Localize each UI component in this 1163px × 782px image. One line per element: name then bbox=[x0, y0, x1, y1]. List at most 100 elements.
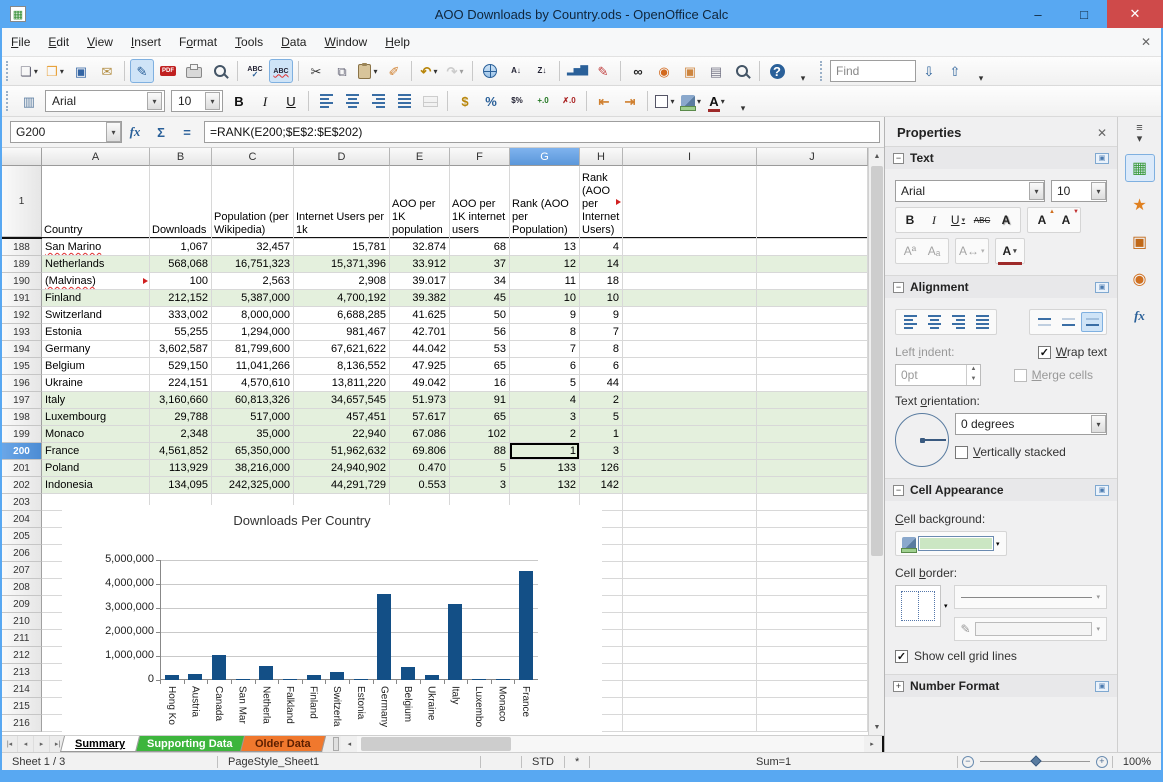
align-right-button[interactable] bbox=[366, 89, 390, 113]
cell-J204[interactable] bbox=[757, 511, 868, 528]
cell-C198[interactable]: 517,000 bbox=[212, 409, 294, 426]
cell-C190[interactable]: 2,563 bbox=[212, 273, 294, 290]
cell-C192[interactable]: 8,000,000 bbox=[212, 307, 294, 324]
menu-help[interactable]: Help bbox=[376, 31, 419, 53]
dropdown-arrow-icon[interactable]: ▾ bbox=[459, 67, 463, 76]
sidebar-close-icon[interactable]: ✕ bbox=[1097, 126, 1107, 140]
close-document-icon[interactable]: ✕ bbox=[1141, 35, 1151, 49]
cell-D198[interactable]: 457,451 bbox=[294, 409, 390, 426]
edit-file-button[interactable]: ✎ bbox=[130, 59, 154, 83]
dropdown-arrow-icon[interactable]: ▾ bbox=[1029, 182, 1044, 200]
cell-F194[interactable]: 53 bbox=[450, 341, 510, 358]
cell-F198[interactable]: 65 bbox=[450, 409, 510, 426]
cell-F191[interactable]: 45 bbox=[450, 290, 510, 307]
align-top-button[interactable] bbox=[1033, 312, 1055, 332]
cell-background-swatch[interactable] bbox=[918, 536, 994, 551]
cell-J188[interactable] bbox=[757, 239, 868, 256]
cell-A195[interactable]: Belgium bbox=[42, 358, 150, 375]
cell-D193[interactable]: 981,467 bbox=[294, 324, 390, 341]
cell-F196[interactable]: 16 bbox=[450, 375, 510, 392]
page-preview-button[interactable] bbox=[208, 59, 232, 83]
zoom-out-icon[interactable]: − bbox=[961, 755, 974, 768]
dropdown-arrow-icon[interactable]: ▾ bbox=[373, 67, 377, 76]
copy-button[interactable]: ⧉ bbox=[330, 59, 354, 83]
row-header-190[interactable]: 190 bbox=[2, 273, 42, 290]
cell-G199[interactable]: 2 bbox=[510, 426, 580, 443]
menu-insert[interactable]: Insert bbox=[122, 31, 170, 53]
minimize-button[interactable]: – bbox=[1015, 0, 1061, 28]
column-header-A[interactable]: A bbox=[42, 148, 150, 166]
cell-A196[interactable]: Ukraine bbox=[42, 375, 150, 392]
styles-window-button[interactable]: ▥ bbox=[17, 89, 41, 113]
hyperlink-button[interactable] bbox=[478, 59, 502, 83]
cell-J203[interactable] bbox=[757, 494, 868, 511]
row-header-200[interactable]: 200 bbox=[2, 443, 42, 460]
find-toolbar-overflow[interactable]: ▾ bbox=[969, 59, 993, 83]
cell-H201[interactable]: 126 bbox=[580, 460, 623, 477]
row-header-193[interactable]: 193 bbox=[2, 324, 42, 341]
cell-C196[interactable]: 4,570,610 bbox=[212, 375, 294, 392]
sidebar-underline-button[interactable]: U ▾ bbox=[947, 210, 969, 230]
cell-J212[interactable] bbox=[757, 647, 868, 664]
cell-B197[interactable]: 3,160,660 bbox=[150, 392, 212, 409]
menu-file[interactable]: File bbox=[2, 31, 39, 53]
orientation-combo[interactable]: 0 degrees ▾ bbox=[955, 413, 1107, 435]
line-color-combo[interactable]: ✎ ▾ bbox=[953, 617, 1107, 641]
dropdown-arrow-icon[interactable]: ▾ bbox=[721, 97, 725, 106]
formula-input[interactable]: =RANK(E200;$E$2:$E$202) bbox=[204, 121, 880, 143]
row-header-195[interactable]: 195 bbox=[2, 358, 42, 375]
row-header-197[interactable]: 197 bbox=[2, 392, 42, 409]
dropdown-arrow-icon[interactable]: ▾ bbox=[1091, 415, 1106, 433]
cell-C188[interactable]: 32,457 bbox=[212, 239, 294, 256]
insert-chart-button[interactable]: ▂▅▇ bbox=[565, 59, 589, 83]
show-grid-lines-checkbox[interactable] bbox=[895, 649, 908, 663]
superscript-button[interactable]: Aª bbox=[899, 241, 921, 261]
cell-H195[interactable]: 6 bbox=[580, 358, 623, 375]
character-spacing-button[interactable]: A↔ ▾ bbox=[959, 241, 985, 261]
percent-format-button[interactable]: % bbox=[479, 89, 503, 113]
column-header-C[interactable]: C bbox=[212, 148, 294, 166]
cell-F1[interactable]: AOO per 1K internet users bbox=[450, 166, 510, 239]
align-left-button[interactable] bbox=[314, 89, 338, 113]
cell-E196[interactable]: 49.042 bbox=[390, 375, 450, 392]
vertical-scroll-thumb[interactable] bbox=[871, 166, 883, 556]
cell-B191[interactable]: 212,152 bbox=[150, 290, 212, 307]
align-justified-button[interactable] bbox=[392, 89, 416, 113]
column-header-D[interactable]: D bbox=[294, 148, 390, 166]
cell-E198[interactable]: 57.617 bbox=[390, 409, 450, 426]
cell-I198[interactable] bbox=[623, 409, 757, 426]
row-header-206[interactable]: 206 bbox=[2, 545, 42, 562]
cell-J195[interactable] bbox=[757, 358, 868, 375]
cell-C189[interactable]: 16,751,323 bbox=[212, 256, 294, 273]
cell-J194[interactable] bbox=[757, 341, 868, 358]
cell-I206[interactable] bbox=[623, 545, 757, 562]
cell-J191[interactable] bbox=[757, 290, 868, 307]
cell-border-picker[interactable] bbox=[895, 585, 941, 627]
cell-G189[interactable]: 12 bbox=[510, 256, 580, 273]
scroll-down-icon[interactable]: ▼ bbox=[869, 719, 884, 735]
cell-B200[interactable]: 4,561,852 bbox=[150, 443, 212, 460]
borders-button[interactable]: ▾ bbox=[653, 89, 677, 113]
sheet-tab-summary[interactable]: Summary bbox=[60, 736, 141, 752]
cell-I207[interactable] bbox=[623, 562, 757, 579]
align-bottom-button[interactable] bbox=[1081, 312, 1103, 332]
cell-J213[interactable] bbox=[757, 664, 868, 681]
horizontal-scroll-thumb[interactable] bbox=[361, 737, 512, 751]
cell-H192[interactable]: 9 bbox=[580, 307, 623, 324]
cell-C202[interactable]: 242,325,000 bbox=[212, 477, 294, 494]
scroll-left-icon[interactable]: ◂ bbox=[341, 736, 358, 752]
menu-edit[interactable]: Edit bbox=[39, 31, 78, 53]
merge-cells-button[interactable] bbox=[418, 89, 442, 113]
font-size-combo[interactable]: 10 ▾ bbox=[171, 90, 223, 112]
cell-B1[interactable]: Downloads bbox=[150, 166, 212, 239]
cell-E197[interactable]: 51.973 bbox=[390, 392, 450, 409]
cell-I199[interactable] bbox=[623, 426, 757, 443]
cell-C200[interactable]: 65,350,000 bbox=[212, 443, 294, 460]
cell-A192[interactable]: Switzerland bbox=[42, 307, 150, 324]
column-header-B[interactable]: B bbox=[150, 148, 212, 166]
menu-window[interactable]: Window bbox=[315, 31, 376, 53]
row-header-189[interactable]: 189 bbox=[2, 256, 42, 273]
select-all-corner[interactable] bbox=[2, 148, 42, 166]
expand-icon[interactable]: + bbox=[893, 680, 904, 692]
left-indent-stepper[interactable]: 0pt ▲ ▼ bbox=[895, 364, 981, 386]
